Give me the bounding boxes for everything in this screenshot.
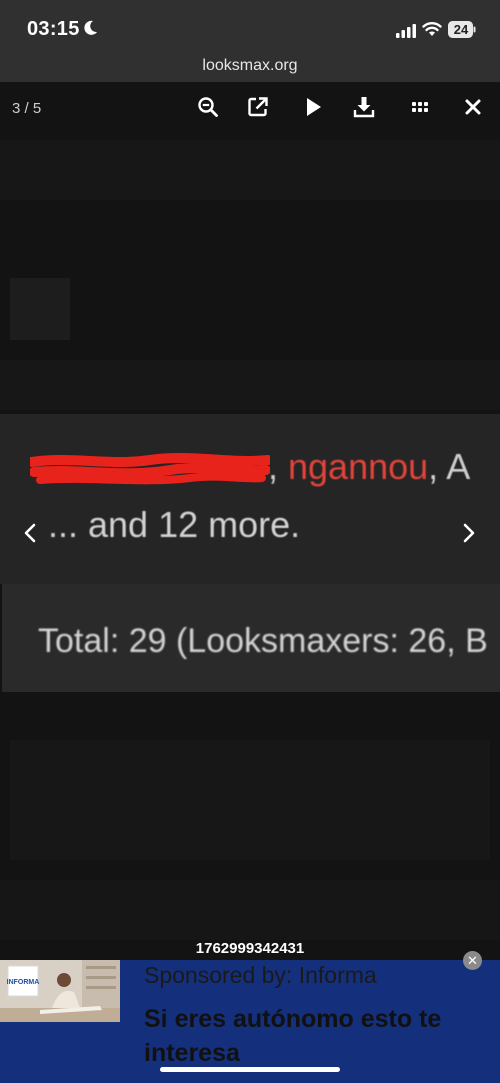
ad-image[interactable]: INFORMA <box>0 960 120 1022</box>
ad-headline[interactable]: Si eres autónomo esto te interesa <box>144 1002 494 1070</box>
name-separator: , A <box>428 446 471 487</box>
backdrop-block <box>10 740 490 860</box>
play-icon[interactable] <box>300 94 326 120</box>
backdrop-block <box>0 360 500 410</box>
moon-icon <box>84 20 97 35</box>
download-icon[interactable] <box>351 94 377 120</box>
more-users-text: ... and 12 more. <box>48 504 301 545</box>
chevron-left-icon[interactable] <box>22 522 38 544</box>
cellular-signal-icon <box>396 24 416 38</box>
backdrop-block <box>10 278 70 340</box>
chevron-right-icon[interactable] <box>461 522 477 544</box>
online-total-text: Total: 29 (Looksmaxers: 26, B <box>38 622 488 660</box>
image-id-label: 1762999342431 <box>195 940 305 957</box>
open-external-icon[interactable] <box>245 94 271 120</box>
clock: 03:15 <box>27 18 80 40</box>
ad-close-button[interactable]: ✕ <box>463 951 482 970</box>
zoom-out-icon[interactable] <box>195 94 221 120</box>
close-icon[interactable] <box>460 94 486 120</box>
image-panel <box>0 414 500 584</box>
grid-icon[interactable] <box>407 94 433 120</box>
image-counter: 3 / 5 <box>12 100 42 117</box>
backdrop-block <box>0 140 500 200</box>
home-indicator[interactable] <box>160 1067 340 1072</box>
backdrop-block <box>0 880 500 940</box>
name-separator: , <box>268 446 289 487</box>
informa-logo: INFORMA <box>7 979 40 986</box>
highlighted-username: ngannou <box>288 446 429 487</box>
battery-level: 24 <box>453 22 469 37</box>
redaction-scribble <box>30 453 270 485</box>
ad-sponsor-text: Sponsored by: Informa <box>144 962 377 988</box>
address-bar[interactable]: looksmax.org <box>0 56 500 82</box>
wifi-icon <box>422 22 442 36</box>
